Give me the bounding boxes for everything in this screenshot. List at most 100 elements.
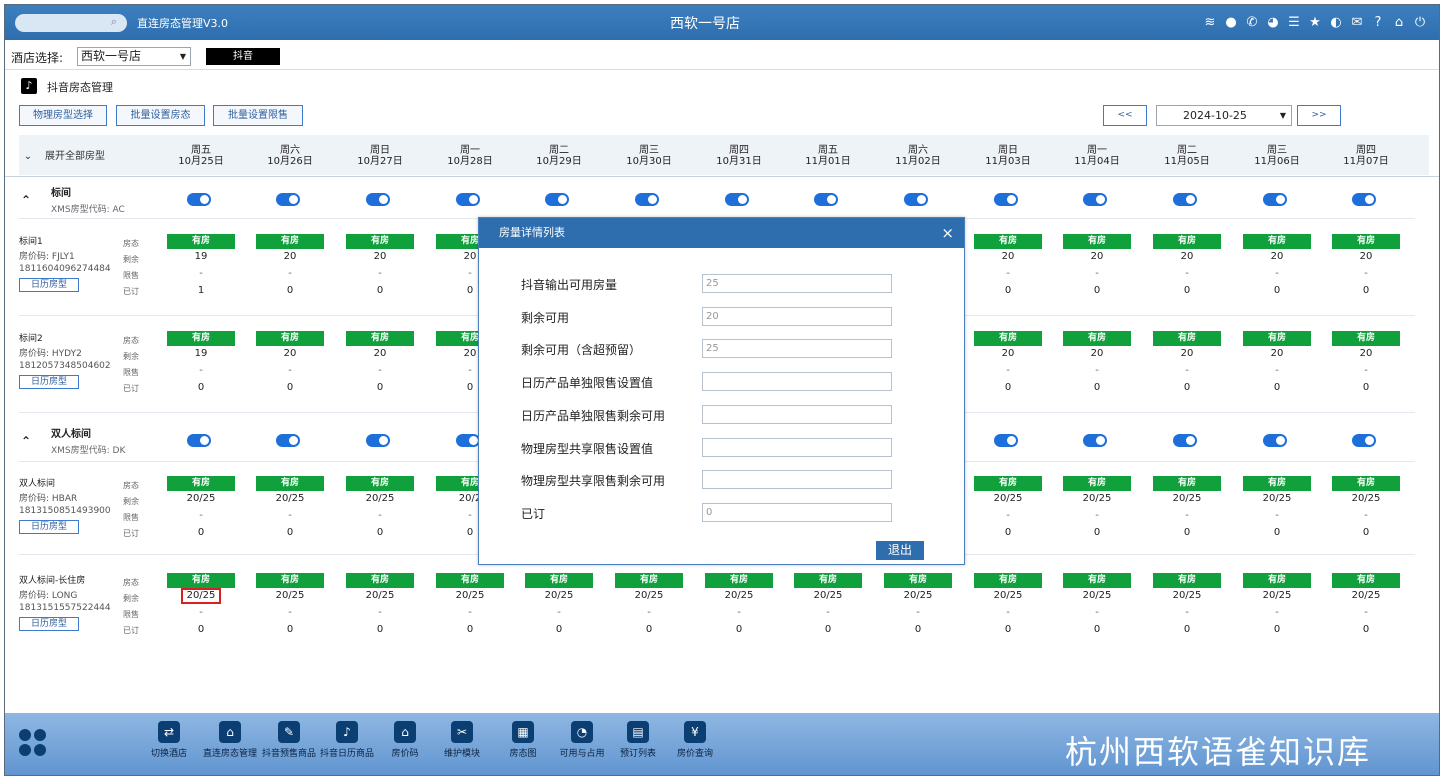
room-type-toggle[interactable] [545, 193, 569, 206]
room-status-badge[interactable]: 有房 [256, 476, 324, 491]
room-cell[interactable]: 有房 20/25-0 [1063, 476, 1131, 548]
footer-item[interactable]: ◔ 可用与占用 [553, 721, 611, 759]
room-cell[interactable]: 有房 20 - 0 [1063, 234, 1131, 306]
room-type-toggle[interactable] [187, 193, 211, 206]
expand-all[interactable]: ⌄ 展开全部房型 [19, 147, 105, 162]
calendar-room-button[interactable]: 日历房型 [19, 617, 79, 631]
room-status-badge[interactable]: 有房 [1332, 476, 1400, 491]
room-status-badge[interactable]: 有房 [346, 234, 414, 249]
home-icon[interactable]: ⌂ [1392, 14, 1406, 31]
room-status-badge[interactable]: 有房 [974, 476, 1042, 491]
room-cell[interactable]: 有房 20/25-0 [705, 573, 773, 645]
room-type-toggle[interactable] [635, 193, 659, 206]
calendar-room-button[interactable]: 日历房型 [19, 278, 79, 292]
room-cell[interactable]: 有房 20/25-0 [1063, 573, 1131, 645]
room-cell[interactable]: 有房 19 - 1 [167, 234, 235, 306]
room-type-toggle[interactable] [1083, 193, 1107, 206]
search-input[interactable]: ⌕ [15, 14, 127, 32]
room-type-toggle[interactable] [187, 434, 211, 447]
room-cell[interactable]: 有房 20 - 0 [1243, 234, 1311, 306]
room-status-badge[interactable]: 有房 [525, 573, 593, 588]
room-status-badge[interactable]: 有房 [1332, 573, 1400, 588]
modal-field-input[interactable]: 25 [702, 274, 892, 293]
room-status-badge[interactable]: 有房 [705, 573, 773, 588]
room-cell[interactable]: 有房 20 - 0 [256, 331, 324, 403]
room-cell[interactable]: 有房 20/25-0 [525, 573, 593, 645]
mail-icon[interactable]: ✉ [1350, 14, 1364, 31]
footer-item[interactable]: ▦ 房态图 [494, 721, 552, 759]
room-status-badge[interactable]: 有房 [794, 573, 862, 588]
room-status-badge[interactable]: 有房 [1153, 573, 1221, 588]
room-status-badge[interactable]: 有房 [167, 234, 235, 249]
room-status-badge[interactable]: 有房 [1332, 331, 1400, 346]
room-type-toggle[interactable] [1083, 434, 1107, 447]
room-type-toggle[interactable] [366, 434, 390, 447]
modal-field-input[interactable]: 0 [702, 502, 892, 522]
room-cell[interactable]: 有房 20 - 0 [1153, 331, 1221, 403]
footer-item[interactable]: ▤ 预订列表 [609, 721, 667, 759]
room-status-badge[interactable]: 有房 [1243, 234, 1311, 249]
room-status-badge[interactable]: 有房 [974, 573, 1042, 588]
room-status-badge[interactable]: 有房 [974, 234, 1042, 249]
room-cell[interactable]: 有房 20/25-0 [346, 573, 414, 645]
modal-field-input[interactable]: 25 [702, 339, 892, 359]
physical-room-button[interactable]: 物理房型选择 [19, 105, 107, 126]
room-type-toggle[interactable] [276, 434, 300, 447]
channel-button[interactable]: 抖音 [206, 48, 280, 65]
room-cell[interactable]: 有房 20/25-0 [1243, 476, 1311, 548]
next-button[interactable]: >> [1297, 105, 1341, 126]
room-status-badge[interactable]: 有房 [1332, 234, 1400, 249]
room-type-toggle[interactable] [276, 193, 300, 206]
chevron-up-icon[interactable]: ⌃ [21, 434, 31, 448]
room-cell[interactable]: 有房 20/25-0 [974, 476, 1042, 548]
room-cell[interactable]: 有房 20/25-0 [1332, 476, 1400, 548]
room-type-toggle[interactable] [1173, 193, 1197, 206]
modal-field-input[interactable] [702, 404, 892, 424]
room-status-badge[interactable]: 有房 [256, 331, 324, 346]
room-status-badge[interactable]: 有房 [256, 573, 324, 588]
room-type-toggle[interactable] [814, 193, 838, 206]
palette-icon[interactable]: ◕ [1266, 14, 1280, 31]
room-status-badge[interactable]: 有房 [346, 331, 414, 346]
footer-item[interactable]: ⌂ 房价码 [376, 721, 434, 759]
room-status-badge[interactable]: 有房 [436, 573, 504, 588]
room-cell[interactable]: 有房 20 - 0 [974, 331, 1042, 403]
exit-button[interactable]: 退出 [876, 541, 924, 560]
modal-field-input[interactable] [702, 437, 892, 457]
room-cell[interactable]: 有房 20 - 0 [346, 234, 414, 306]
room-cell[interactable]: 有房 20/25-0 [167, 476, 235, 548]
contrast-icon[interactable]: ◐ [1329, 14, 1343, 31]
modal-field-input[interactable] [702, 470, 892, 490]
modal-field-input[interactable] [702, 372, 892, 392]
room-cell[interactable]: 有房 20 - 0 [974, 234, 1042, 306]
room-cell[interactable]: 有房 20/25-0 [1243, 573, 1311, 645]
room-cell[interactable]: 有房 20/25-0 [256, 476, 324, 548]
room-status-badge[interactable]: 有房 [974, 331, 1042, 346]
footer-item[interactable]: ✂ 维护模块 [433, 721, 491, 759]
room-status-badge[interactable]: 有房 [167, 476, 235, 491]
close-icon[interactable]: × [941, 218, 954, 248]
room-type-toggle[interactable] [904, 193, 928, 206]
date-select[interactable]: 2024-10-25 ▼ [1156, 105, 1292, 126]
room-status-badge[interactable]: 有房 [1063, 573, 1131, 588]
room-cell[interactable]: 有房 20/25-0 [1153, 476, 1221, 548]
room-cell[interactable]: 有房 20/25-0 [884, 573, 952, 645]
hotel-select[interactable]: 西软一号店 ▼ [77, 47, 191, 66]
room-type-toggle[interactable] [1173, 434, 1197, 447]
room-status-badge[interactable]: 有房 [1153, 476, 1221, 491]
room-status-badge[interactable]: 有房 [1243, 476, 1311, 491]
room-status-badge[interactable]: 有房 [256, 234, 324, 249]
room-status-badge[interactable]: 有房 [1063, 476, 1131, 491]
room-cell[interactable]: 有房 20 - 0 [1063, 331, 1131, 403]
room-status-badge[interactable]: 有房 [884, 573, 952, 588]
batch-limit-button[interactable]: 批量设置限售 [213, 105, 303, 126]
app-logo-icon[interactable] [19, 729, 47, 757]
room-cell[interactable]: 有房 20 - 0 [1243, 331, 1311, 403]
room-type-toggle[interactable] [1352, 193, 1376, 206]
room-status-badge[interactable]: 有房 [1243, 573, 1311, 588]
room-status-badge[interactable]: 有房 [346, 476, 414, 491]
room-cell[interactable]: 有房 20 - 0 [1332, 234, 1400, 306]
room-cell[interactable]: 有房 20/25-0 [167, 573, 235, 645]
modal-field-input[interactable]: 20 [702, 306, 892, 326]
room-type-toggle[interactable] [994, 193, 1018, 206]
